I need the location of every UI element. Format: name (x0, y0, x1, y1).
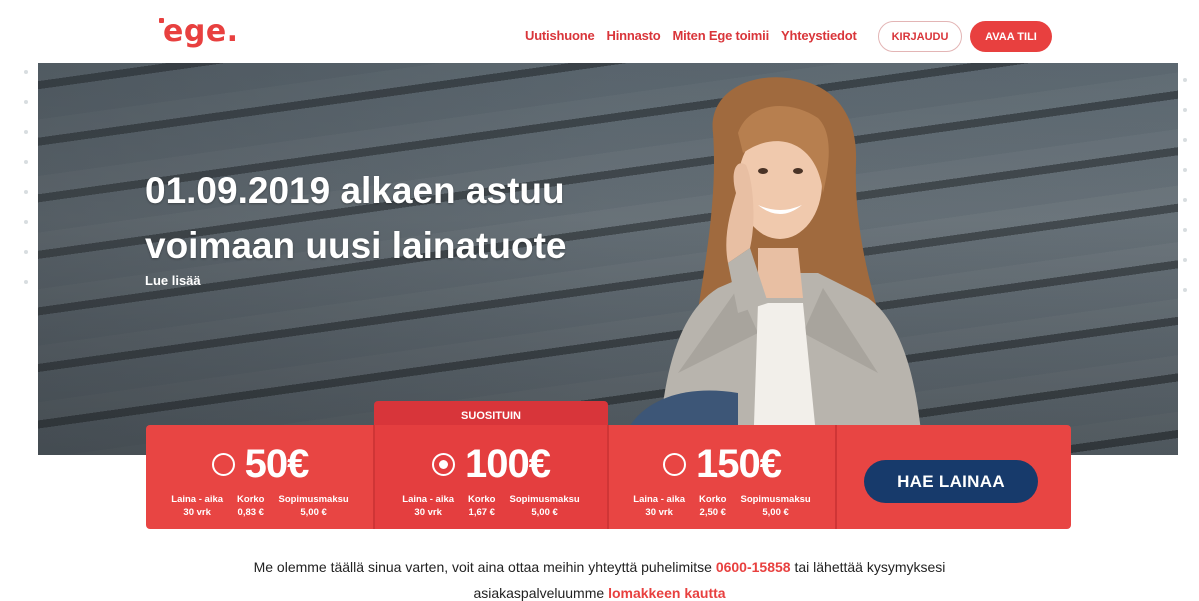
contact-form-link[interactable]: lomakkeen kautta (608, 585, 726, 601)
fee-detail: Sopimusmaksu 5,00 € (740, 494, 811, 518)
radio-100[interactable] (432, 452, 455, 476)
phone-link[interactable]: 0600-15858 (716, 559, 791, 575)
loan-option-150[interactable]: 150€ Laina - aika 30 vrk Korko 2,50 € Sopi… (608, 425, 836, 529)
loan-option-100[interactable]: 100€ Laina - aika 30 vrk Korko 1,67 € Sopi… (374, 425, 608, 529)
hero-title: 01.09.2019 alkaen astuu voimaan uusi lai… (145, 163, 665, 273)
fee-detail: Sopimusmaksu 5,00 € (278, 494, 349, 518)
nav-link-uutishuone[interactable]: Uutishuone (525, 28, 595, 43)
read-more-link[interactable]: Lue lisää (145, 273, 201, 288)
hero-title-line1: 01.09.2019 alkaen astuu (145, 170, 565, 211)
hero-title-line2: voimaan uusi lainatuote (145, 225, 567, 266)
login-button[interactable]: KIRJAUDU (878, 21, 962, 52)
loan-amount-150: 150€ (696, 442, 782, 486)
loan-amount-50: 50€ (244, 442, 310, 486)
site-header: ege. Uutishuone Hinnasto Miten Ege toimi… (0, 0, 1199, 64)
left-edge-dots (24, 70, 32, 310)
term-detail: Laina - aika 30 vrk (402, 494, 455, 518)
fee-detail: Sopimusmaksu 5,00 € (509, 494, 580, 518)
nav-link-yhteystiedot[interactable]: Yhteystiedot (781, 28, 857, 43)
hero-woman-image (618, 77, 923, 455)
interest-detail: Korko 2,50 € (699, 494, 727, 518)
contact-line2: asiakaspalveluumme lomakkeen kautta (473, 585, 726, 601)
radio-150[interactable] (663, 452, 686, 476)
apply-loan-button[interactable]: HAE LAINAA (864, 460, 1038, 503)
term-detail: Laina - aika 30 vrk (633, 494, 686, 518)
open-account-button[interactable]: AVAA TILI (970, 21, 1052, 52)
hero-banner: 01.09.2019 alkaen astuu voimaan uusi lai… (38, 63, 1178, 455)
contact-info: Me olemme täällä sinua varten, voit aina… (0, 554, 1199, 601)
loan-amount-100: 100€ (465, 442, 551, 486)
loan-option-50[interactable]: 50€ Laina - aika 30 vrk Korko 0,83 € Sopim… (146, 425, 374, 529)
nav-link-miten-ege-toimii[interactable]: Miten Ege toimii (673, 28, 770, 43)
option-divider (373, 425, 375, 529)
contact-line1: Me olemme täällä sinua varten, voit aina… (253, 559, 946, 575)
option-divider (835, 425, 837, 529)
loan-options: 50€ Laina - aika 30 vrk Korko 0,83 € Sopim… (146, 425, 1071, 529)
logo-text: ege. (163, 14, 239, 49)
term-detail: Laina - aika 30 vrk (171, 494, 224, 518)
interest-detail: Korko 1,67 € (468, 494, 496, 518)
radio-50[interactable] (211, 452, 235, 476)
nav-link-hinnasto[interactable]: Hinnasto (607, 28, 661, 43)
main-nav: Uutishuone Hinnasto Miten Ege toimii Yht… (525, 28, 857, 43)
apply-section: HAE LAINAA (836, 425, 1071, 529)
option-divider (607, 425, 609, 529)
right-edge-dots (1183, 78, 1191, 318)
logo-tick-mark (159, 18, 164, 23)
interest-detail: Korko 0,83 € (237, 494, 265, 518)
ege-logo[interactable]: ege. (159, 14, 239, 49)
